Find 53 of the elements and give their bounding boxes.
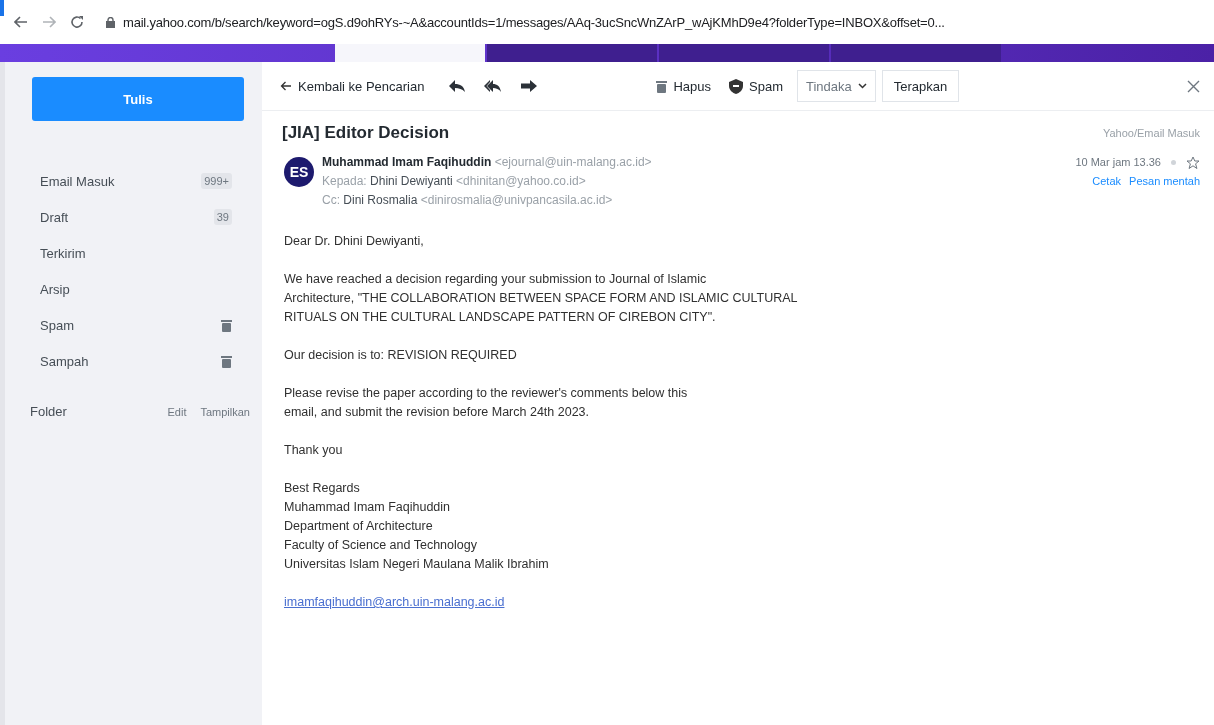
folder-item[interactable]: Draft 39 <box>5 199 262 235</box>
trash-icon <box>221 354 232 368</box>
email-link[interactable]: imamfaqihuddin@arch.uin-malang.ac.id <box>284 593 505 612</box>
unread-count: 39 <box>213 209 232 225</box>
close-icon[interactable] <box>1187 79 1200 93</box>
actions-dropdown[interactable]: Tindaka <box>797 70 876 102</box>
email-paragraph: Dear Dr. Dhini Dewiyanti, <box>284 233 425 250</box>
folder-item[interactable]: Arsip <box>5 271 262 307</box>
back-arrow-icon <box>280 81 292 91</box>
header-link[interactable]: Cetak <box>1092 175 1122 187</box>
email-date: 10 Mar jam 13.36 <box>1075 155 1161 170</box>
reply-icon[interactable] <box>448 79 467 93</box>
sender-email: <ejournal@uin-malang.ac.id> <box>494 155 652 169</box>
forward-icon[interactable] <box>520 79 539 93</box>
recipient-name: Dini Rosmalia <box>343 193 418 207</box>
back-to-search-button[interactable]: Kembali ke Pencarian <box>280 78 425 94</box>
recipient-label: Kepada: <box>322 174 367 188</box>
toolbar-button[interactable]: Hapus <box>656 78 712 94</box>
folder-heading: Folder <box>30 404 68 419</box>
folder-item[interactable]: Sampah <box>5 343 262 379</box>
lock-icon <box>106 16 115 28</box>
tab-indicator <box>0 0 4 16</box>
star-icon[interactable] <box>1186 155 1200 170</box>
sender-name: Muhammad Imam Faqihuddin <box>322 155 492 169</box>
reload-icon[interactable] <box>70 15 84 29</box>
trash-icon <box>656 79 668 93</box>
email-paragraph: Please revise the paper according to the reviewer's comments below this email, and submit the revision before March 24th 2023. <box>284 385 689 421</box>
recipient-label: Cc: <box>322 193 340 207</box>
back-arrow-icon[interactable] <box>14 16 28 28</box>
sender-avatar: ES <box>284 157 314 187</box>
folder-action-link[interactable]: Edit <box>167 405 187 418</box>
email-paragraph: Our decision is to: REVISION REQUIRED <box>284 347 518 364</box>
shield-icon <box>729 78 744 94</box>
recipient-name: Dhini Dewiyanti <box>370 174 453 188</box>
folder-item[interactable]: Spam <box>5 307 262 343</box>
folder-path: Yahoo/Email Masuk <box>1103 127 1200 139</box>
email-subject: [JIA] Editor Decision <box>282 123 450 143</box>
toolbar-button[interactable]: Spam <box>729 78 783 94</box>
unread-count: 999+ <box>201 173 232 189</box>
apply-button[interactable]: Terapkan <box>881 70 960 102</box>
email-paragraph: Thank you <box>284 442 344 459</box>
recipient-email: <dhinitan@yahoo.co.id> <box>456 174 586 188</box>
dot-icon <box>1171 160 1176 165</box>
trash-icon <box>221 318 232 332</box>
recipient-email: <dinirosmalia@univpancasila.ac.id> <box>420 193 613 207</box>
chevron-down-icon <box>857 83 867 89</box>
email-paragraph: Best Regards Muhammad Imam Faqihuddin Department of Architecture Faculty of Science and Technology Universitas Islam Negeri Maulana Malik Ibrahim <box>284 480 550 573</box>
folder-item[interactable]: Email Masuk 999+ <box>5 163 262 199</box>
folder-item[interactable]: Terkirim <box>5 235 262 271</box>
reply-all-icon[interactable] <box>484 79 503 93</box>
address-bar-url[interactable]: mail.yahoo.com/b/search/keyword=ogS.d9ohRYs-~A&accountIds=1/messages/AAq-3ucSncWnZArP_wAjKMhD9e4?folderType=INBOX&offset=0... <box>123 14 945 30</box>
folder-action-link[interactable]: Tampilkan <box>200 405 250 418</box>
email-paragraph: We have reached a decision regarding your submission to Journal of Islamic Architecture, "THE COLLABORATION BETWEEN SPACE FORM AND ISLAMIC CULTURAL RITUALS ON THE CULTURAL LANDSCAPE PATTERN OF CIREBON CITY". <box>284 271 799 326</box>
